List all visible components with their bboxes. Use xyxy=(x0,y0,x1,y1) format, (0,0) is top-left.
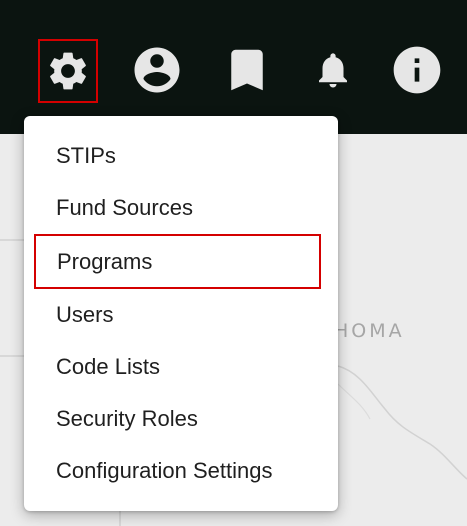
gear-icon xyxy=(50,52,86,90)
menu-item-users[interactable]: Users xyxy=(24,289,338,341)
menu-item-configuration-settings[interactable]: Configuration Settings xyxy=(24,445,338,497)
info-button[interactable] xyxy=(389,42,445,98)
top-navigation-bar xyxy=(0,0,467,134)
menu-item-fund-sources[interactable]: Fund Sources xyxy=(24,182,338,234)
bell-icon xyxy=(319,53,347,88)
account-icon xyxy=(134,47,180,93)
bookmark-button[interactable] xyxy=(219,42,275,98)
settings-button[interactable] xyxy=(38,39,98,103)
menu-item-stips[interactable]: STIPs xyxy=(24,130,338,182)
settings-dropdown-menu: STIPs Fund Sources Programs Users Code L… xyxy=(24,116,338,511)
info-icon xyxy=(393,46,441,94)
menu-item-security-roles[interactable]: Security Roles xyxy=(24,393,338,445)
menu-item-code-lists[interactable]: Code Lists xyxy=(24,341,338,393)
menu-item-programs[interactable]: Programs xyxy=(34,234,321,289)
account-button[interactable] xyxy=(129,42,185,98)
bookmark-icon xyxy=(231,49,263,91)
notifications-button[interactable] xyxy=(305,42,361,98)
